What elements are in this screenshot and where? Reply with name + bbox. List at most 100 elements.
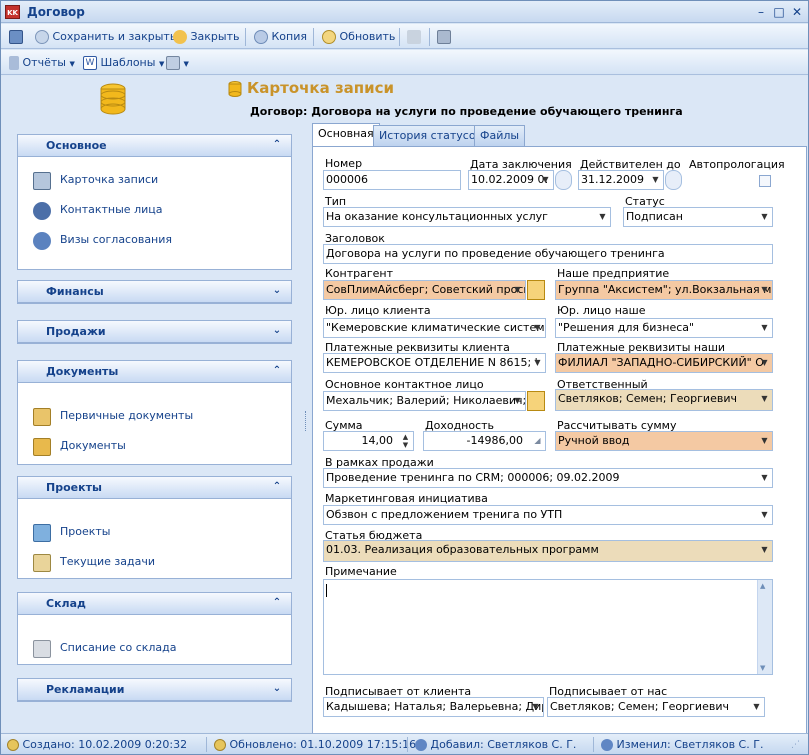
client-legal-select[interactable]: "Кемеровские климатические системы" ▼ bbox=[323, 318, 546, 338]
chevron-up-icon[interactable]: ⌃ bbox=[271, 480, 283, 494]
chevron-down-icon[interactable]: ⌄ bbox=[271, 284, 283, 298]
our-company-select[interactable]: Группа "Аксистем"; ул.Вокзальная маг ▼ bbox=[555, 280, 773, 300]
panel-splitter[interactable] bbox=[304, 121, 309, 731]
type-select[interactable]: На оказание консультационных услуг ▼ bbox=[323, 207, 611, 227]
sidebar-item-tasks[interactable]: Текущие задачи bbox=[18, 547, 291, 577]
calc-sum-select[interactable]: Ручной ввод ▼ bbox=[555, 431, 773, 451]
minimize-icon[interactable]: – bbox=[753, 4, 769, 20]
client-legal-value: "Кемеровские климатические системы" bbox=[326, 321, 546, 334]
our-legal-select[interactable]: "Решения для бизнеса" ▼ bbox=[555, 318, 773, 338]
panel-header[interactable]: Финансы ⌄ bbox=[18, 281, 291, 303]
chevron-down-icon[interactable]: ⌄ bbox=[271, 682, 283, 696]
chevron-down-icon[interactable]: ▼ bbox=[758, 470, 771, 486]
copy-button[interactable]: Копия bbox=[254, 28, 307, 46]
sidebar-item-writeoff[interactable]: Списание со склада bbox=[18, 633, 291, 663]
sidebar-item-primary-docs[interactable]: Первичные документы bbox=[18, 401, 291, 431]
sidebar-item-projects[interactable]: Проекты bbox=[18, 517, 291, 547]
chevron-down-icon[interactable]: ⌄ bbox=[271, 324, 283, 338]
marketing-select[interactable]: Обзвон с предложением тренига по УТП ▼ bbox=[323, 505, 773, 525]
status-select[interactable]: Подписан ▼ bbox=[623, 207, 773, 227]
tab-main[interactable]: Основная bbox=[312, 123, 380, 147]
scroll-down-icon[interactable]: ▼ bbox=[760, 664, 765, 672]
chevron-down-icon[interactable]: ▼ bbox=[511, 393, 524, 409]
refresh-button[interactable]: Обновить bbox=[322, 28, 395, 46]
print-button[interactable]: ▼ bbox=[166, 54, 189, 72]
chevron-down-icon[interactable]: ▼ bbox=[758, 507, 771, 523]
chevron-down-icon[interactable]: ▼ bbox=[649, 172, 662, 188]
updated-status: Обновлено: 01.10.2009 17:15:16 bbox=[214, 738, 416, 751]
copy-label: Копия bbox=[271, 30, 308, 43]
panel-header[interactable]: Проекты ⌃ bbox=[18, 477, 291, 499]
panel-header[interactable]: Документы ⌃ bbox=[18, 361, 291, 383]
close-label: Закрыть bbox=[190, 30, 240, 43]
signer-client-value: Кадышева; Наталья; Валерьевна; Дире bbox=[326, 700, 544, 713]
chevron-down-icon[interactable]: ▼ bbox=[758, 355, 771, 371]
our-bank-select[interactable]: ФИЛИАЛ "ЗАПАДНО-СИБИРСКИЙ" О ▼ bbox=[555, 353, 773, 373]
spin-icon[interactable]: ▲ ▼ bbox=[399, 433, 412, 449]
toolbar-separator bbox=[245, 28, 246, 46]
auto-prolongation-checkbox[interactable] bbox=[759, 175, 771, 187]
sidebar-item-documents[interactable]: Документы bbox=[18, 431, 291, 461]
folder-icon[interactable] bbox=[527, 391, 545, 411]
sidebar-item-visas[interactable]: Визы согласования bbox=[18, 225, 291, 255]
date-field[interactable]: 10.02.2009 0: ▼ bbox=[468, 170, 554, 190]
chevron-down-icon[interactable]: ▼ bbox=[758, 542, 771, 558]
calendar-clock-icon[interactable] bbox=[555, 170, 572, 190]
title-field[interactable]: Договора на услуги по проведение обучающ… bbox=[323, 244, 773, 264]
sum-field[interactable]: 14,00 ▲ ▼ bbox=[323, 431, 414, 451]
client-bank-select[interactable]: КЕМЕРОВСКОЕ ОТДЕЛЕНИЕ N 8615; ' ▼ bbox=[323, 353, 546, 373]
folder-icon[interactable] bbox=[527, 280, 545, 300]
chevron-up-icon[interactable]: ⌃ bbox=[271, 596, 283, 610]
budget-select[interactable]: 01.03. Реализация образовательных програ… bbox=[323, 540, 773, 562]
chevron-down-icon[interactable]: ▼ bbox=[531, 355, 544, 371]
maximize-icon[interactable]: □ bbox=[771, 4, 787, 20]
contractor-select[interactable]: СовПлимАйсберг; Советский просп ▼ bbox=[323, 280, 526, 300]
panel-header[interactable]: Рекламации ⌄ bbox=[18, 679, 291, 701]
close-button[interactable]: Закрыть bbox=[173, 28, 240, 46]
grid-icon[interactable] bbox=[437, 28, 451, 46]
chevron-up-icon[interactable]: ⌃ bbox=[271, 138, 283, 152]
chevron-down-icon[interactable]: ▼ bbox=[511, 282, 524, 298]
tab-files[interactable]: Файлы bbox=[474, 125, 526, 147]
note-textarea[interactable]: ▲ ▼ bbox=[323, 579, 773, 675]
templates-button[interactable]: W Шаблоны ▼ bbox=[83, 54, 164, 72]
scroll-up-icon[interactable]: ▲ bbox=[760, 582, 765, 590]
chevron-down-icon[interactable]: ▼ bbox=[531, 320, 544, 336]
marketing-value: Обзвон с предложением тренига по УТП bbox=[326, 508, 563, 521]
sidebar-item-card[interactable]: Карточка записи bbox=[18, 165, 291, 195]
up-icon[interactable] bbox=[407, 28, 421, 46]
calendar-clock-icon[interactable] bbox=[665, 170, 682, 190]
note-scrollbar[interactable]: ▲ ▼ bbox=[757, 580, 772, 674]
chevron-down-icon[interactable]: ▼ bbox=[758, 320, 771, 336]
reports-button[interactable]: Отчёты ▼ bbox=[9, 54, 75, 72]
responsible-select[interactable]: Светляков; Семен; Георгиевич ▼ bbox=[555, 389, 773, 411]
save-icon[interactable] bbox=[9, 28, 23, 46]
panel-header[interactable]: Продажи ⌄ bbox=[18, 321, 291, 343]
tab-status-history[interactable]: История статусов bbox=[373, 125, 489, 147]
chevron-down-icon[interactable]: ▼ bbox=[539, 172, 552, 188]
chevron-down-icon[interactable]: ▼ bbox=[750, 699, 763, 715]
sidebar-item-contacts[interactable]: Контактные лица bbox=[18, 195, 291, 225]
close-icon[interactable]: ✕ bbox=[789, 4, 805, 20]
panel-header[interactable]: Склад ⌃ bbox=[18, 593, 291, 615]
number-field[interactable]: 000006 bbox=[323, 170, 461, 190]
chevron-down-icon[interactable]: ▼ bbox=[758, 433, 771, 449]
chevron-down-icon[interactable]: ▼ bbox=[596, 209, 609, 225]
added-text: Добавил: Светляков С. Г. bbox=[430, 738, 577, 751]
panel-header[interactable]: Основное ⌃ bbox=[18, 135, 291, 157]
toolbar-separator bbox=[399, 28, 400, 46]
chevron-down-icon[interactable]: ▼ bbox=[529, 699, 542, 715]
save-close-button[interactable]: Сохранить и закрыть bbox=[35, 28, 176, 46]
signer-us-select[interactable]: Светляков; Семен; Георгиевич ▼ bbox=[547, 697, 765, 717]
signer-client-select[interactable]: Кадышева; Наталья; Валерьевна; Дире ▼ bbox=[323, 697, 544, 717]
chevron-down-icon[interactable]: ▼ bbox=[758, 209, 771, 225]
valid-until-field[interactable]: 31.12.2009 ▼ bbox=[578, 170, 664, 190]
contact-select[interactable]: Мехальчик; Валерий; Николаевич; З ▼ bbox=[323, 391, 526, 411]
calculator-icon[interactable]: ◢ bbox=[531, 433, 544, 449]
chevron-down-icon[interactable]: ▼ bbox=[758, 282, 771, 298]
sale-select[interactable]: Проведение тренинга по CRM; 000006; 09.0… bbox=[323, 468, 773, 488]
chevron-up-icon[interactable]: ⌃ bbox=[271, 364, 283, 378]
resize-grip-icon[interactable]: ⋰ bbox=[791, 740, 800, 750]
sidebar-item-label: Карточка записи bbox=[60, 173, 159, 186]
chevron-down-icon[interactable]: ▼ bbox=[758, 391, 771, 407]
